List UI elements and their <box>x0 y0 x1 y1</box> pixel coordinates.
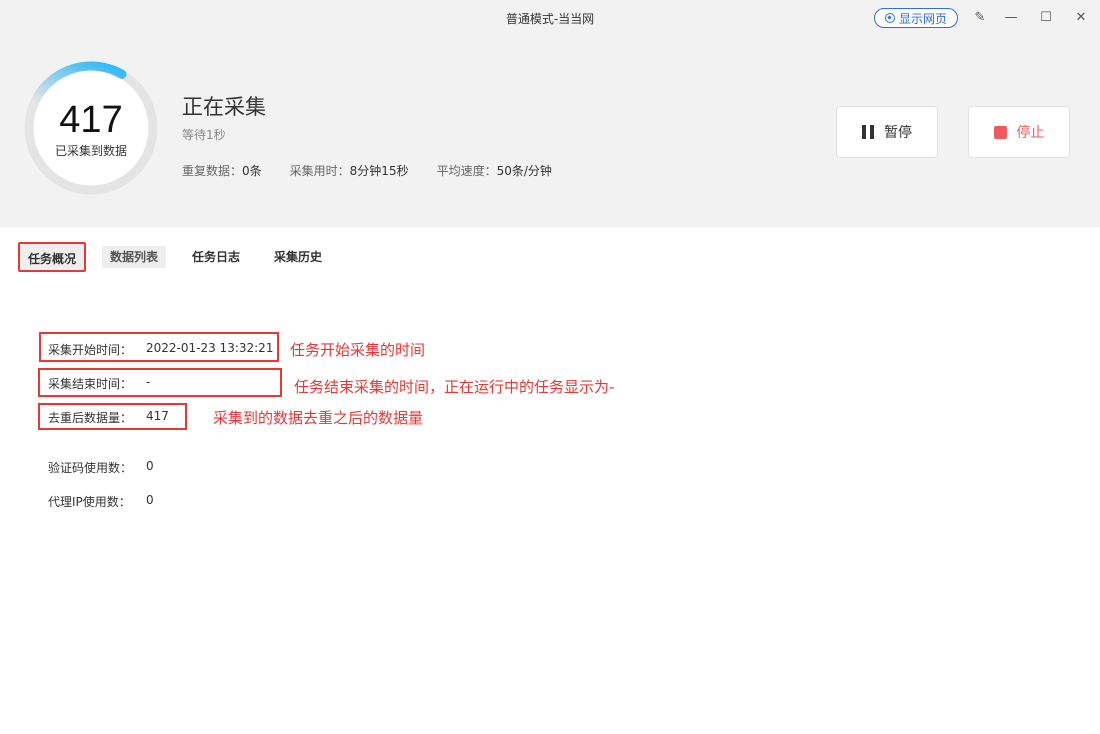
pause-icon <box>862 125 874 139</box>
info-captcha-count: 验证码使用数： 0 <box>48 459 154 475</box>
show-web-button[interactable]: 显示网页 <box>874 8 958 28</box>
close-icon[interactable]: ✕ <box>1072 9 1090 27</box>
pause-button[interactable]: 暂停 <box>836 106 938 158</box>
stat-duplicates: 重复数据：0条 <box>182 164 262 178</box>
annotation-end-time: 任务结束采集的时间，正在运行中的任务显示为- <box>294 378 615 396</box>
annotation-dedup-count: 采集到的数据去重之后的数据量 <box>213 409 424 427</box>
edit-icon[interactable]: ✎ <box>971 9 989 27</box>
info-start-time: 采集开始时间： 2022-01-23 13:32:21 <box>48 341 274 357</box>
minimize-icon[interactable]: — <box>1002 9 1020 27</box>
tab-task-log[interactable]: 任务日志 <box>184 246 248 268</box>
status-title: 正在采集 <box>182 95 266 119</box>
stop-button[interactable]: 停止 <box>968 106 1070 158</box>
tab-data-list[interactable]: 数据列表 <box>102 246 167 268</box>
stat-speed: 平均速度：50条/分钟 <box>436 164 552 178</box>
compass-icon <box>884 13 895 23</box>
tab-overview[interactable]: 任务概况 <box>18 242 87 272</box>
show-web-label: 显示网页 <box>898 11 947 26</box>
status-subtitle: 等待1秒 <box>182 128 226 142</box>
annotation-start-time: 任务开始采集的时间 <box>290 341 426 359</box>
collected-count: 417 <box>59 99 123 141</box>
status-header: 普通模式-当当网 显示网页 ✎ — ☐ ✕ 417 已采集到数据 正在采集 等待… <box>0 0 1100 227</box>
tab-history[interactable]: 采集历史 <box>266 246 330 268</box>
info-proxy-count: 代理IP使用数： 0 <box>48 493 154 509</box>
stat-elapsed: 采集用时：8分钟15秒 <box>289 164 409 178</box>
stats-row: 重复数据：0条 采集用时：8分钟15秒 平均速度：50条/分钟 <box>182 162 552 179</box>
pause-label: 暂停 <box>884 125 912 141</box>
info-dedup-count: 去重后数据量： 417 <box>48 409 169 425</box>
maximize-icon[interactable]: ☐ <box>1037 9 1055 27</box>
collected-count-label: 已采集到数据 <box>54 144 127 158</box>
info-end-time: 采集结束时间： - <box>48 375 151 391</box>
stop-label: 停止 <box>1016 125 1045 141</box>
stop-icon <box>993 125 1007 139</box>
